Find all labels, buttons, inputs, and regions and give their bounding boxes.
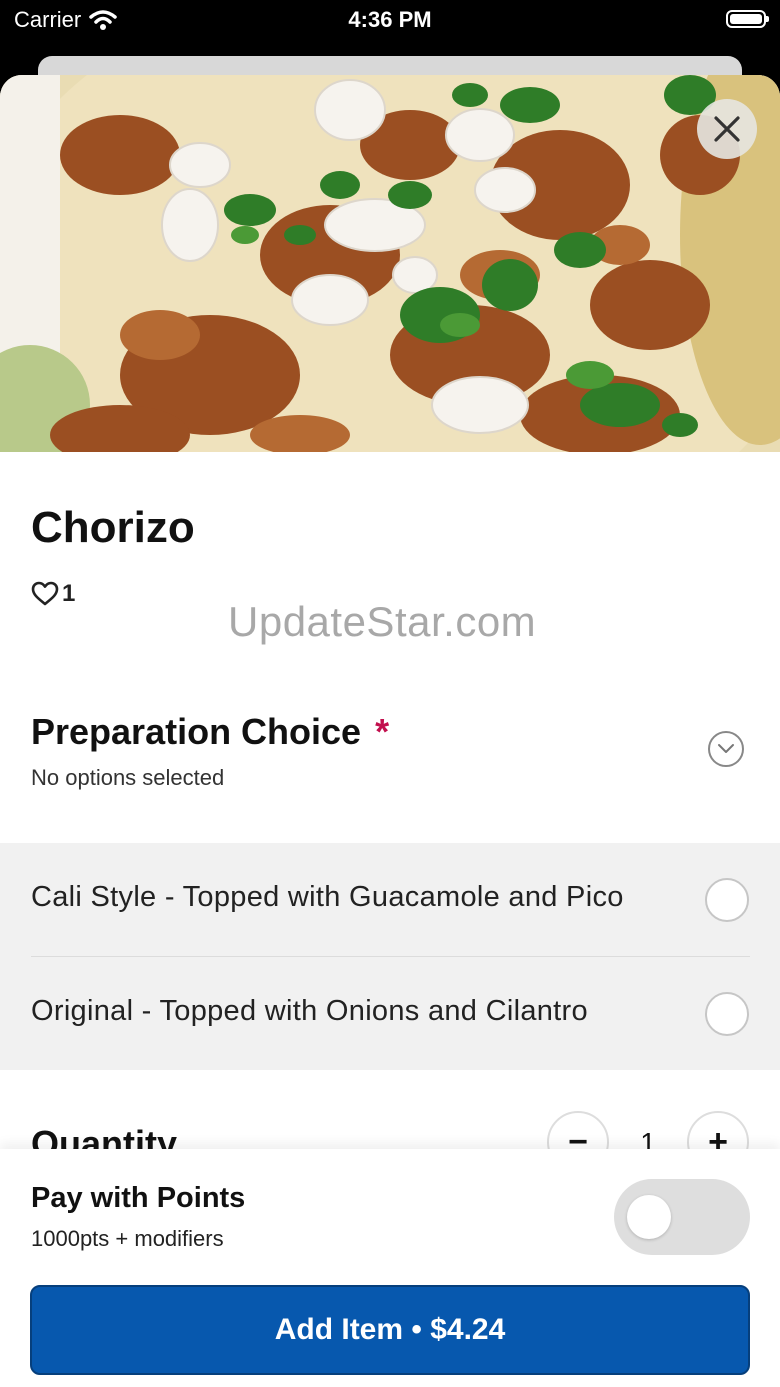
close-button[interactable] bbox=[697, 99, 757, 159]
option-original[interactable]: Original - Topped with Onions and Cilant… bbox=[0, 957, 780, 1070]
item-title: Chorizo bbox=[31, 503, 195, 552]
battery-icon bbox=[726, 10, 769, 28]
pay-with-points-title: Pay with Points bbox=[31, 1182, 246, 1214]
preparation-choice-status: No options selected bbox=[31, 765, 225, 790]
item-detail-sheet: Chorizo 1 Preparation Choice * No options… bbox=[0, 75, 780, 1387]
radio-button[interactable] bbox=[705, 992, 749, 1036]
option-label: Cali Style - Topped with Guacamole and P… bbox=[31, 881, 624, 913]
food-photo bbox=[0, 75, 780, 452]
close-icon bbox=[714, 116, 740, 142]
preparation-options-list: Cali Style - Topped with Guacamole and P… bbox=[0, 843, 780, 1070]
checkout-footer: Pay with Points 1000pts + modifiers Add … bbox=[0, 1149, 780, 1387]
chevron-down-icon[interactable] bbox=[708, 731, 744, 767]
preparation-choice-label: Preparation Choice bbox=[31, 711, 362, 752]
like-button[interactable]: 1 bbox=[31, 580, 75, 608]
status-time: 4:36 PM bbox=[348, 7, 432, 32]
required-mark: * bbox=[375, 711, 390, 752]
pay-with-points-toggle[interactable] bbox=[614, 1179, 750, 1255]
radio-button[interactable] bbox=[705, 878, 749, 922]
like-count: 1 bbox=[62, 580, 76, 607]
toggle-knob bbox=[627, 1195, 671, 1239]
add-item-button[interactable]: Add Item • $4.24 bbox=[30, 1285, 750, 1375]
option-label: Original - Topped with Onions and Cilant… bbox=[31, 995, 588, 1027]
preparation-choice-title: Preparation Choice * bbox=[31, 711, 389, 753]
option-cali-style[interactable]: Cali Style - Topped with Guacamole and P… bbox=[0, 843, 780, 957]
heart-icon bbox=[31, 581, 59, 606]
watermark: UpdateStar.com bbox=[228, 598, 537, 645]
status-bar: Carrier 4:36 PM bbox=[0, 0, 780, 56]
pay-with-points-subtitle: 1000pts + modifiers bbox=[31, 1226, 224, 1251]
